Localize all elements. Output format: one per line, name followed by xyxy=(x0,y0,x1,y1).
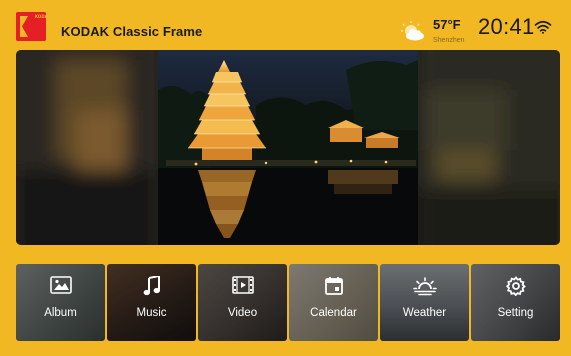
logo-letters: KODAK xyxy=(35,14,46,19)
main-menu: Album Music Video Calendar Weather Setti… xyxy=(16,264,561,341)
music-note-icon xyxy=(107,276,196,301)
gear-icon xyxy=(471,276,560,301)
film-icon xyxy=(198,276,287,299)
menu-music-button[interactable]: Music xyxy=(107,264,196,341)
city-name: Shenzhen xyxy=(433,37,465,44)
image-icon xyxy=(16,276,105,299)
calendar-icon xyxy=(289,276,378,301)
menu-music-label: Music xyxy=(136,307,167,319)
menu-video-label: Video xyxy=(227,307,258,319)
menu-weather-button[interactable]: Weather xyxy=(380,264,469,341)
menu-setting-button[interactable]: Setting xyxy=(471,264,560,341)
menu-video-button[interactable]: Video xyxy=(198,264,287,341)
sunrise-icon xyxy=(380,276,469,301)
wifi-icon[interactable] xyxy=(534,20,552,39)
menu-calendar-label: Calendar xyxy=(310,307,357,319)
app-title: KODAK Classic Frame xyxy=(61,24,203,39)
partly-sunny-icon xyxy=(400,20,426,47)
photo-display[interactable] xyxy=(16,50,560,245)
clock-time: 20:41 xyxy=(478,14,535,39)
temperature: 57°F xyxy=(433,17,461,32)
kodak-logo: KODAK xyxy=(16,12,46,41)
menu-album-button[interactable]: Album xyxy=(16,264,105,341)
menu-setting-label: Setting xyxy=(497,307,534,319)
menu-album-label: Album xyxy=(44,307,77,319)
menu-calendar-button[interactable]: Calendar xyxy=(289,264,378,341)
status-header: KODAK KODAK Classic Frame 57°F Shenzhen … xyxy=(0,0,571,50)
menu-weather-label: Weather xyxy=(402,307,447,319)
